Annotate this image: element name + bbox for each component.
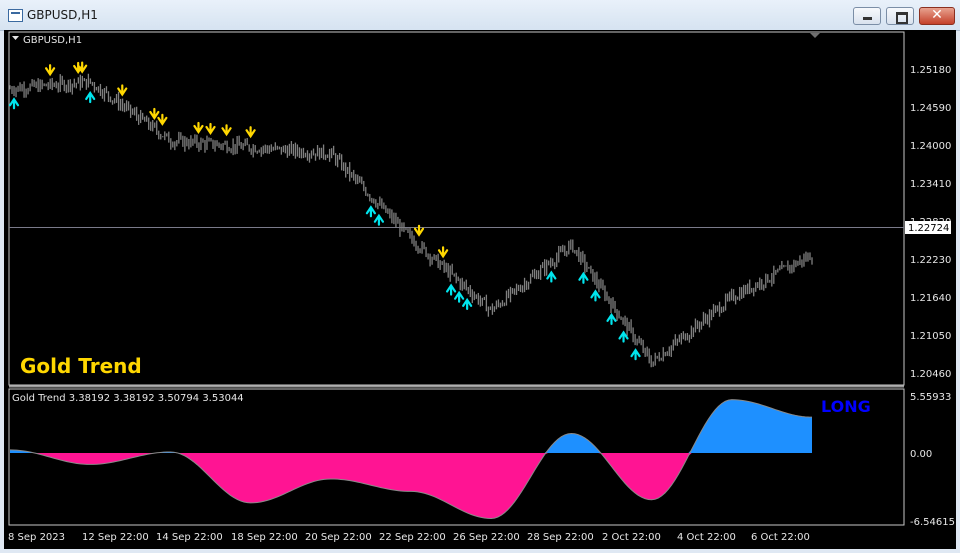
time-label: 26 Sep 22:00 bbox=[453, 532, 520, 543]
time-label: 2 Oct 22:00 bbox=[602, 532, 661, 543]
maximize-icon bbox=[896, 12, 908, 24]
buy-arrow-icon bbox=[462, 297, 473, 310]
price-tick: 1.20460 bbox=[910, 369, 951, 380]
sell-arrow-icon bbox=[157, 113, 168, 126]
buy-arrow-icon bbox=[618, 330, 629, 343]
chart-shift-marker-icon[interactable] bbox=[810, 33, 820, 38]
buy-arrow-icon bbox=[8, 97, 20, 110]
sell-arrow-icon bbox=[193, 121, 204, 135]
indicator-header: Gold Trend 3.38192 3.38192 3.50794 3.530… bbox=[12, 393, 244, 404]
price-tick: 1.21050 bbox=[910, 331, 951, 342]
time-label: 4 Oct 22:00 bbox=[677, 532, 736, 543]
buy-arrow-group bbox=[8, 91, 641, 361]
buy-arrow-icon bbox=[454, 290, 465, 303]
indicator-axis[interactable]: 5.55933 0.00 -6.54615 bbox=[910, 392, 955, 528]
chart-area[interactable]: GBPUSD,H1 Gold Trend 1.25180 1.24590 1.2… bbox=[4, 30, 956, 549]
signal-label: LONG bbox=[821, 397, 871, 416]
time-label: 28 Sep 22:00 bbox=[527, 532, 594, 543]
price-tick: 1.24000 bbox=[910, 141, 951, 152]
time-label: 14 Sep 22:00 bbox=[156, 532, 223, 543]
chart-window-icon bbox=[8, 9, 23, 22]
buy-arrow-icon bbox=[85, 91, 96, 104]
price-tick: 1.22230 bbox=[910, 255, 951, 266]
sell-arrow-icon bbox=[45, 64, 56, 77]
close-icon: ✕ bbox=[931, 7, 943, 23]
sell-arrow-icon bbox=[437, 246, 449, 259]
minimize-icon bbox=[863, 17, 872, 20]
time-label: 6 Oct 22:00 bbox=[751, 532, 810, 543]
buy-arrow-icon bbox=[630, 348, 641, 361]
buy-arrow-icon bbox=[606, 312, 617, 325]
price-tick: 1.25180 bbox=[910, 65, 951, 76]
time-label: 20 Sep 22:00 bbox=[305, 532, 372, 543]
bear-histogram bbox=[10, 453, 812, 519]
price-tick: 1.21640 bbox=[910, 293, 951, 304]
gold-trend-label: Gold Trend bbox=[20, 354, 142, 378]
chart-symbol-label: GBPUSD,H1 bbox=[23, 35, 82, 46]
chart-menu-arrow-icon[interactable] bbox=[12, 36, 19, 40]
window-title: GBPUSD,H1 bbox=[27, 8, 98, 22]
sell-arrow-icon bbox=[117, 84, 128, 97]
buy-arrow-icon bbox=[446, 283, 457, 296]
time-axis[interactable]: 8 Sep 2023 12 Sep 22:00 14 Sep 22:00 18 … bbox=[8, 532, 810, 543]
buy-arrow-icon bbox=[590, 289, 601, 302]
price-tick: 1.23410 bbox=[910, 179, 951, 190]
time-label: 8 Sep 2023 bbox=[8, 532, 65, 543]
minimize-button[interactable] bbox=[853, 7, 881, 25]
buy-arrow-icon bbox=[373, 213, 385, 226]
indicator-tick: 5.55933 bbox=[910, 392, 951, 403]
close-button[interactable]: ✕ bbox=[919, 7, 955, 25]
time-label: 12 Sep 22:00 bbox=[82, 532, 149, 543]
indicator-tick: 0.00 bbox=[910, 449, 932, 460]
price-tick: 1.24590 bbox=[910, 103, 951, 114]
buy-arrow-icon bbox=[365, 205, 376, 218]
maximize-button[interactable] bbox=[886, 7, 914, 25]
sell-arrow-icon bbox=[245, 126, 256, 139]
indicator-tick: -6.54615 bbox=[910, 517, 955, 528]
chart-canvas[interactable]: GBPUSD,H1 Gold Trend 1.25180 1.24590 1.2… bbox=[4, 30, 956, 549]
current-price-label: 1.22724 bbox=[908, 223, 949, 234]
price-candles bbox=[9, 73, 813, 368]
buy-arrow-icon bbox=[546, 270, 557, 283]
title-bar: GBPUSD,H1 ✕ bbox=[0, 0, 960, 31]
time-label: 18 Sep 22:00 bbox=[231, 532, 298, 543]
buy-arrow-icon bbox=[578, 271, 589, 284]
price-pane-frame bbox=[8, 31, 905, 386]
time-label: 22 Sep 22:00 bbox=[379, 532, 446, 543]
bull-histogram bbox=[10, 399, 812, 453]
sell-arrow-icon bbox=[205, 122, 216, 135]
sell-arrow-icon bbox=[221, 124, 232, 137]
price-axis[interactable]: 1.25180 1.24590 1.24000 1.23410 1.22820 … bbox=[905, 65, 951, 380]
sell-arrow-icon bbox=[149, 107, 160, 120]
